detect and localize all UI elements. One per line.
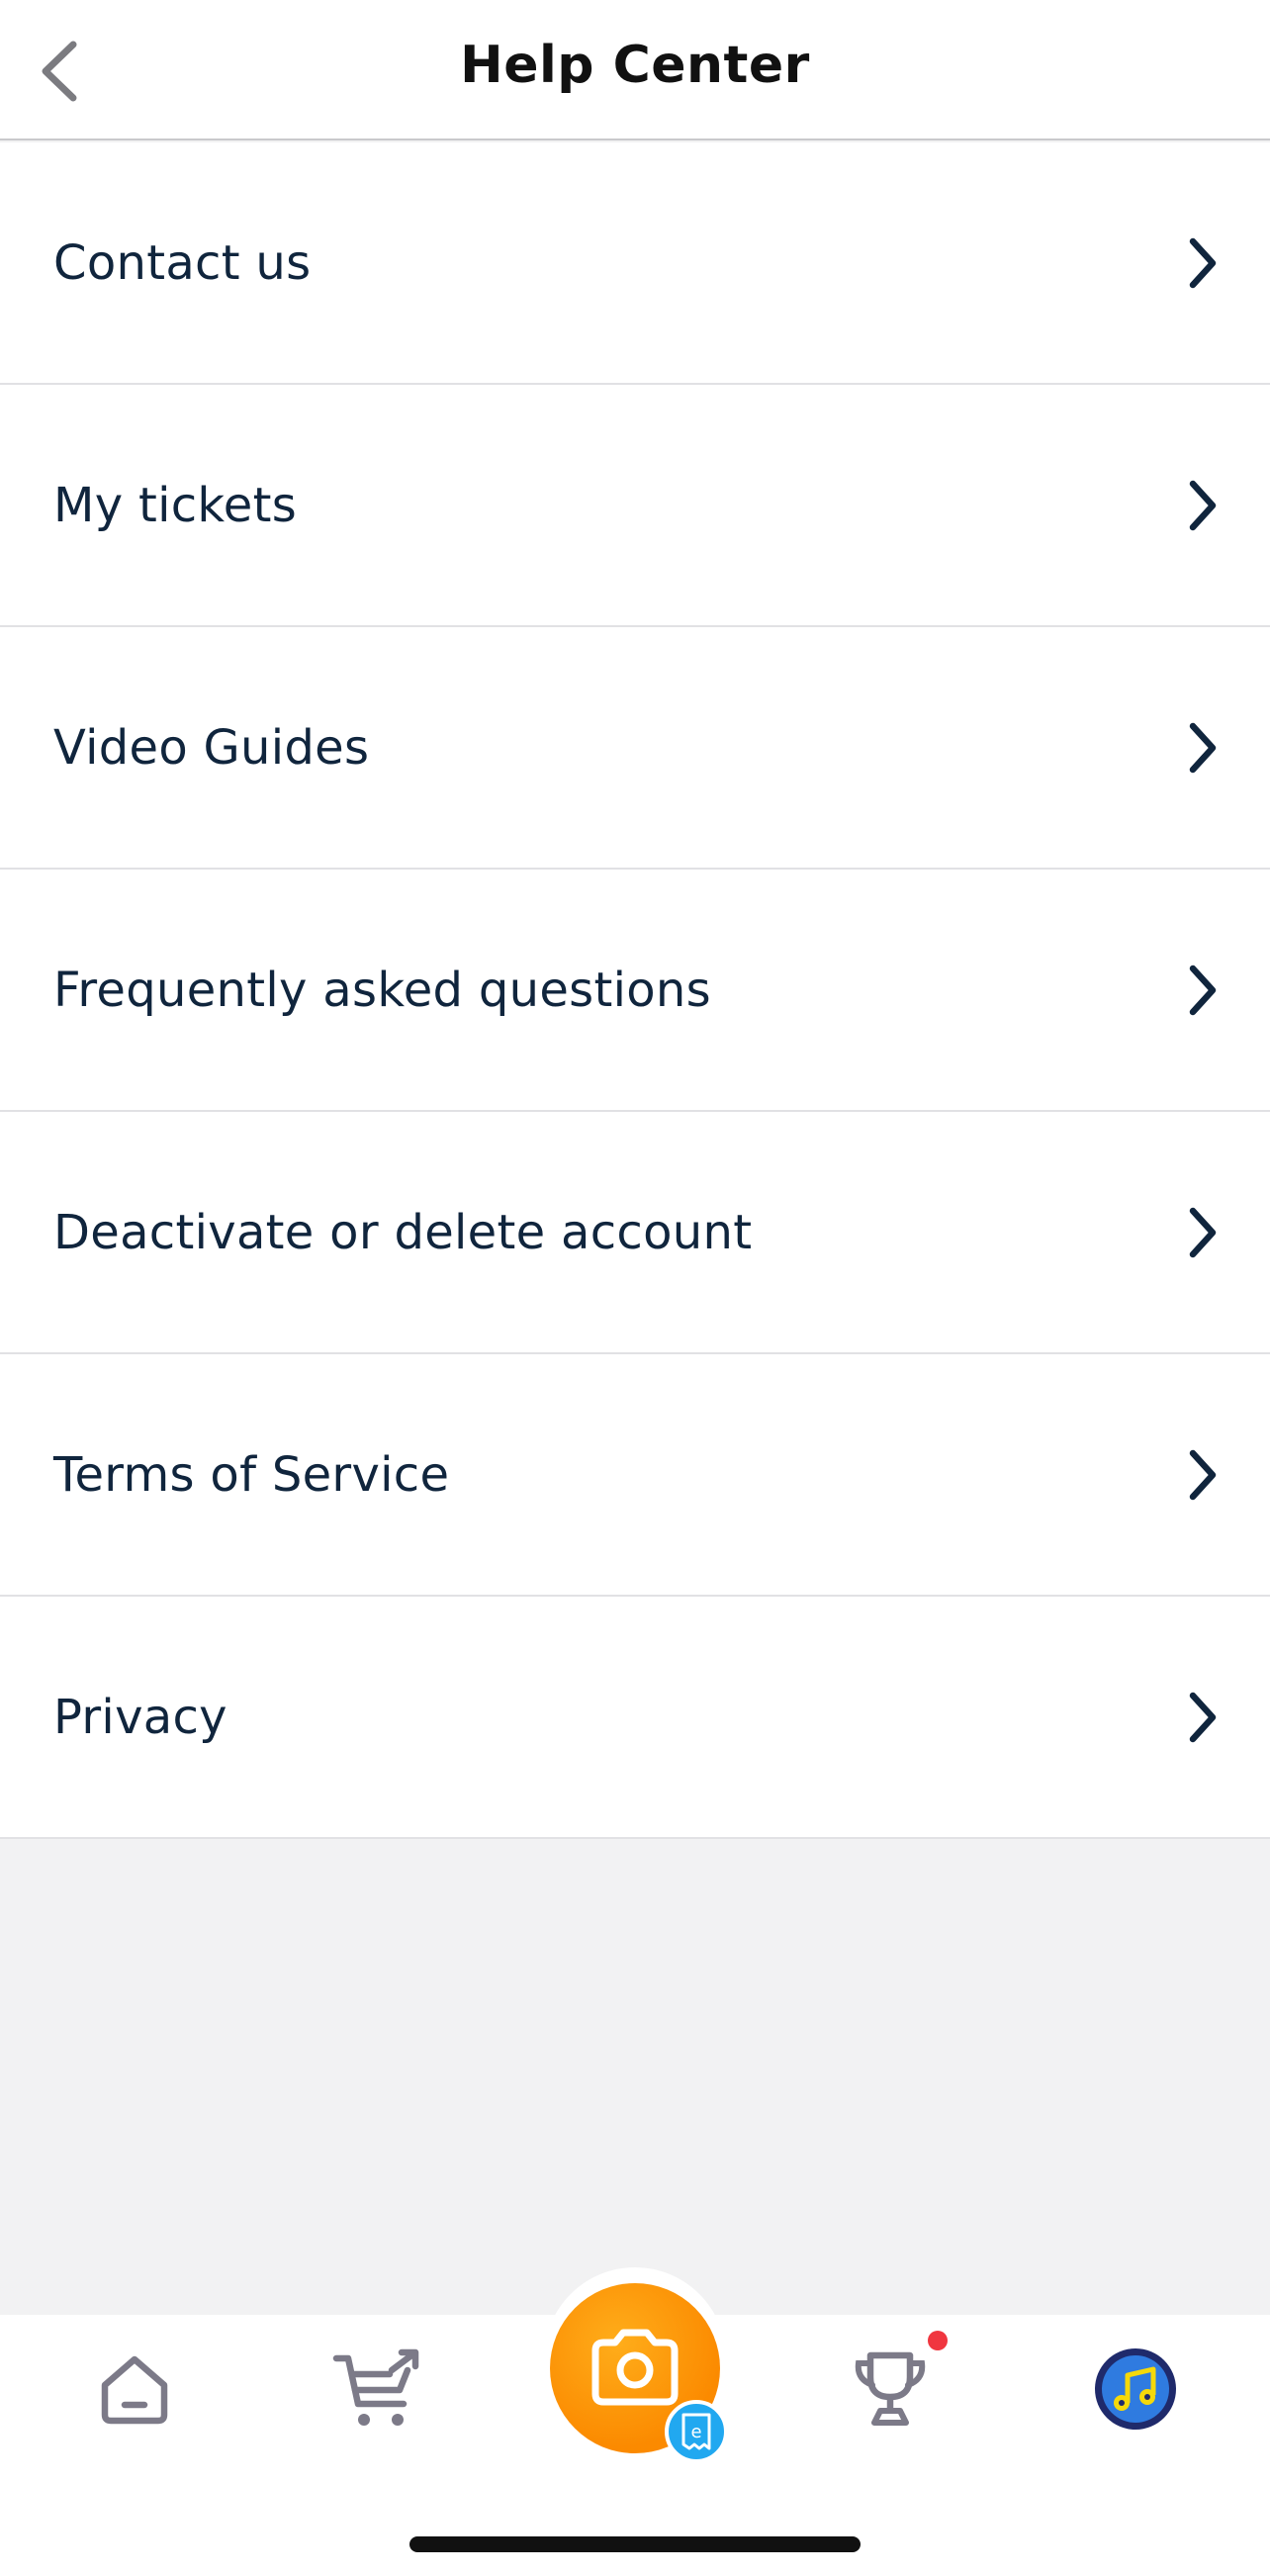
tab-rewards[interactable] [831,2335,950,2443]
menu-item-label: Terms of Service [53,1446,450,1503]
receipt-badge-letter: e [690,2422,701,2442]
cart-icon [332,2348,419,2426]
menu-item-video-guides[interactable]: Video Guides [0,627,1270,870]
chevron-right-icon [1189,480,1217,530]
chevron-right-icon [1189,237,1217,288]
menu-item-my-tickets[interactable]: My tickets [0,385,1270,627]
tab-home[interactable] [75,2335,194,2443]
menu-item-label: My tickets [53,477,298,533]
receipt-icon: e [681,2413,711,2450]
chevron-right-icon [1189,1692,1217,1742]
header-bar: Help Center [0,0,1270,140]
tab-profile[interactable] [1076,2335,1195,2443]
menu-item-faq[interactable]: Frequently asked questions [0,870,1270,1112]
menu-item-label: Frequently asked questions [53,962,711,1018]
menu-item-label: Contact us [53,234,312,291]
home-icon [101,2355,168,2425]
chevron-right-icon [1189,1449,1217,1500]
tab-shop[interactable] [318,2335,437,2443]
menu-item-label: Privacy [53,1689,227,1745]
page-title: Help Center [460,36,810,95]
trophy-icon [855,2351,926,2426]
menu-item-contact-us[interactable]: Contact us [0,142,1270,385]
menu-item-privacy[interactable]: Privacy [0,1597,1270,1839]
chevron-right-icon [1189,722,1217,773]
menu-item-label: Deactivate or delete account [53,1204,753,1260]
menu-item-deactivate-delete-account[interactable]: Deactivate or delete account [0,1112,1270,1354]
help-menu-list: Contact us My tickets Video Guides Frequ… [0,142,1270,1839]
chevron-right-icon [1189,965,1217,1015]
home-indicator [409,2536,861,2552]
menu-item-label: Video Guides [53,719,370,776]
music-avatar-icon [1095,2348,1176,2430]
receipt-badge: e [665,2400,728,2463]
chevron-right-icon [1189,1207,1217,1257]
menu-item-terms-of-service[interactable]: Terms of Service [0,1354,1270,1597]
rewards-notification-dot [928,2331,948,2350]
camera-icon [591,2329,679,2406]
